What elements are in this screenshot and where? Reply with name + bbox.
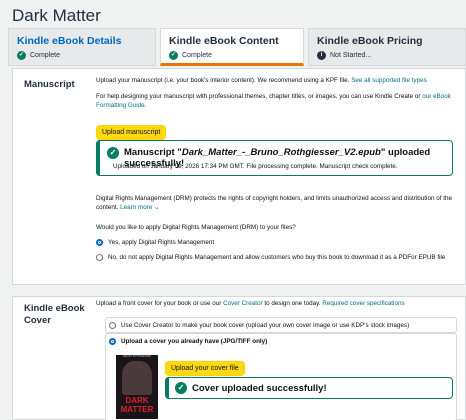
section-label-line2: Cover (24, 315, 51, 326)
upload-manuscript-button[interactable]: Upload manuscript (96, 125, 167, 140)
status-label: Not Started... (330, 52, 372, 59)
upload-cover-button[interactable]: Upload your cover file (165, 361, 245, 376)
alert-heading: Cover uploaded successfully! (192, 383, 327, 394)
check-circle-icon: ✓ (17, 51, 26, 60)
tab-ebook-content[interactable]: Kindle eBook Content ✓ Complete (160, 28, 304, 66)
radio-label: Yes, apply Digital Rights Management (108, 239, 215, 246)
tab-ebook-pricing[interactable]: Kindle eBook Pricing i Not Started... (308, 28, 466, 66)
tab-status: ✓ Complete (17, 51, 147, 60)
alert-detail: Uploaded on January 09, 2026 17:34 PM GM… (113, 163, 398, 170)
section-label-line1: Kindle eBook (24, 303, 85, 314)
chevron-down-icon: ⌄ (154, 203, 160, 211)
tab-ebook-details[interactable]: Kindle eBook Details ✓ Complete (8, 28, 156, 66)
radio-unselected-icon (96, 254, 103, 261)
status-label: Complete (182, 52, 212, 59)
check-circle-icon: ✓ (169, 51, 178, 60)
page-title: Dark Matter (12, 6, 101, 25)
cover-title-line1: DARK (125, 396, 149, 405)
alert-accent-bar (165, 377, 169, 399)
intro-text: Upload a front cover for your book or us… (96, 300, 222, 307)
supported-file-types-link[interactable]: See all supported file types (351, 77, 427, 84)
intro-text-mid: to design one today. (264, 300, 321, 307)
tab-title: Kindle eBook Content (169, 35, 279, 47)
manuscript-section: Manuscript Upload your manuscript (i.e. … (12, 68, 466, 285)
tab-status: i Not Started... (317, 51, 457, 60)
cover-thumbnail: BRUNO ROTHGIESSER DARK MATTER (116, 355, 158, 419)
cover-author-text: BRUNO ROTHGIESSER (123, 355, 151, 358)
manuscript-filename: Dark_Matter_-_Bruno_Rothgiesser_V2.epub (181, 147, 381, 158)
radio-selected-icon (96, 239, 103, 246)
alert-accent-bar (96, 140, 100, 176)
learn-more-label: Learn more (120, 203, 153, 211)
cover-specifications-link[interactable]: Required cover specifications (322, 300, 404, 307)
cover-section: Kindle eBook Cover Upload a front cover … (12, 296, 466, 420)
tab-title: Kindle eBook Details (17, 35, 122, 47)
learn-more-link[interactable]: Learn more ⌄ (120, 204, 159, 211)
tab-title: Kindle eBook Pricing (317, 35, 423, 47)
step-tabs: Kindle eBook Details ✓ Complete Kindle e… (8, 28, 466, 66)
radio-label: Use Cover Creator to make your book cove… (121, 322, 410, 329)
cover-creator-link[interactable]: Cover Creator (223, 300, 263, 307)
cover-intro: Upload a front cover for your book or us… (96, 300, 457, 309)
check-circle-icon: ✓ (107, 147, 119, 159)
cover-success-alert: ✓ Cover uploaded successfully! (165, 377, 453, 399)
drm-description: Digital Rights Management (DRM) protects… (96, 195, 457, 212)
manuscript-success-alert: ✓ Manuscript "Dark_Matter_-_Bruno_Rothgi… (96, 140, 453, 176)
manuscript-intro: Upload your manuscript (i.e. your book's… (96, 77, 457, 86)
section-label: Kindle eBook Cover (24, 303, 85, 327)
cover-creator-radio[interactable]: Use Cover Creator to make your book cove… (109, 322, 409, 329)
cover-title-line2: MATTER (120, 405, 154, 414)
manuscript-help: For help designing your manuscript with … (96, 93, 457, 110)
radio-label: No, do not apply Digital Rights Manageme… (108, 254, 446, 261)
radio-selected-icon (109, 338, 116, 345)
status-label: Complete (30, 52, 60, 59)
drm-question: Would you like to apply Digital Rights M… (96, 224, 296, 231)
alert-heading-prefix: Manuscript " (124, 147, 182, 158)
info-circle-icon: i (317, 51, 326, 60)
drm-no-radio[interactable]: No, do not apply Digital Rights Manageme… (96, 254, 445, 261)
intro-text: Upload your manuscript (i.e. your book's… (96, 77, 350, 84)
cover-figure (122, 361, 152, 395)
drm-yes-radio[interactable]: Yes, apply Digital Rights Management (96, 239, 214, 246)
section-label: Manuscript (24, 79, 75, 90)
upload-cover-radio[interactable]: Upload a cover you already have (JPG/TIF… (109, 338, 267, 345)
check-circle-icon: ✓ (175, 382, 187, 394)
help-text: For help designing your manuscript with … (96, 93, 421, 100)
radio-label: Upload a cover you already have (JPG/TIF… (121, 338, 268, 345)
radio-unselected-icon (109, 322, 116, 329)
cover-creator-option[interactable]: Use Cover Creator to make your book cove… (105, 317, 457, 333)
tab-status: ✓ Complete (169, 51, 295, 60)
